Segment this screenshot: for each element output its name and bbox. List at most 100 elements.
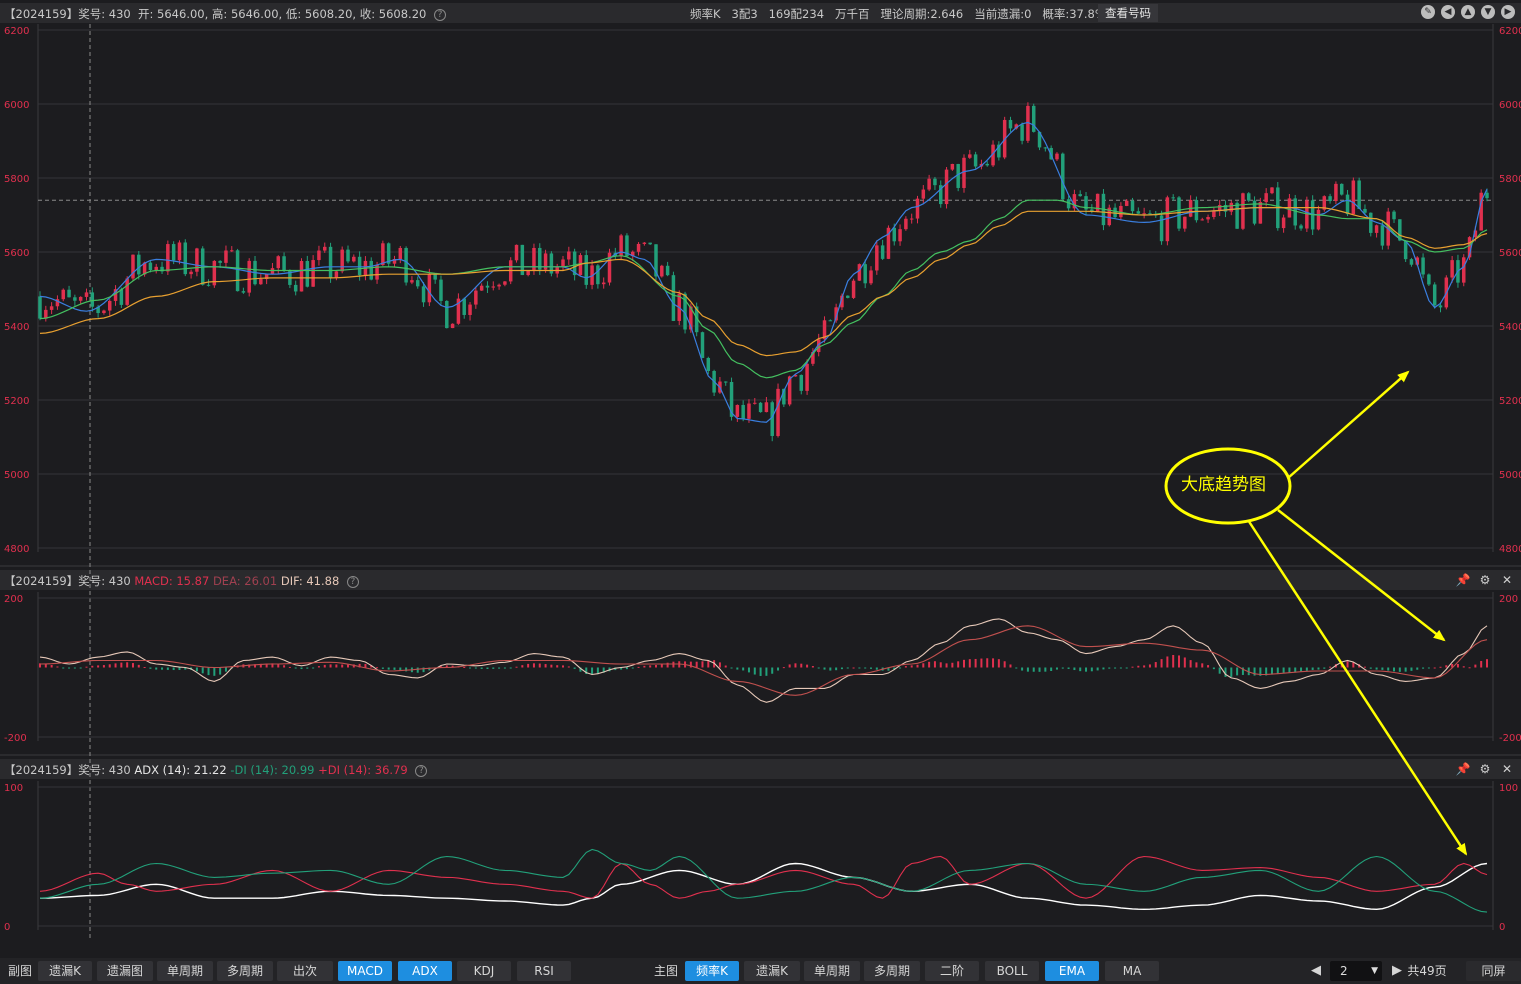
macd-histogram-bar	[1160, 659, 1163, 668]
candle-body	[561, 259, 565, 268]
macd-histogram-bar	[1148, 664, 1151, 668]
macd-histogram-bar	[1108, 667, 1111, 669]
macd-histogram-bar	[1416, 667, 1419, 670]
candle-body	[584, 255, 589, 285]
macd-histogram-bar	[1073, 667, 1076, 671]
sub-chart-tab[interactable]: 出次	[277, 961, 333, 981]
macd-histogram-bar	[864, 667, 867, 669]
macd-histogram-bar	[207, 667, 210, 676]
macd-histogram-bar	[1085, 667, 1088, 672]
macd-histogram-bar	[79, 667, 82, 669]
y-tick-label: 5000	[1499, 470, 1521, 481]
candle-body	[410, 280, 414, 283]
macd-histogram-bar	[997, 659, 1000, 668]
candle-body	[357, 256, 362, 276]
tab-frequency-k[interactable]: 频率K	[685, 961, 739, 981]
candle-body	[764, 402, 769, 413]
tab-adx[interactable]: ADX	[398, 961, 452, 981]
sub-chart-tab[interactable]: 多周期	[217, 961, 273, 981]
candle-body	[636, 243, 641, 252]
macd-histogram-bar	[933, 661, 936, 668]
macd-histogram-bar	[695, 661, 698, 668]
candle-body	[166, 244, 170, 272]
candle-body	[753, 402, 757, 404]
macd-histogram-bar	[521, 665, 524, 668]
y-tick-label: 5800	[1499, 174, 1521, 185]
macd-histogram-bar	[463, 666, 466, 668]
tab-kdj[interactable]: KDJ	[457, 961, 511, 981]
sub-chart-tab[interactable]: 单周期	[157, 961, 213, 981]
candle-body	[735, 404, 740, 417]
macd-histogram-bar	[840, 667, 843, 670]
candle-body	[514, 244, 519, 261]
macd-histogram-bar	[1288, 667, 1291, 673]
candle-body	[38, 296, 42, 319]
macd-histogram-bar	[120, 662, 123, 668]
macd-histogram-bar	[643, 665, 646, 668]
y-tick-label: 5200	[1499, 396, 1521, 407]
y-tick-label: 6200	[1499, 26, 1521, 37]
y-tick-label: 6000	[1499, 100, 1521, 111]
y-tick-label: 5800	[4, 174, 29, 185]
candle-body	[1200, 219, 1204, 221]
macd-histogram-bar	[916, 664, 919, 668]
y-tick-label: 100	[1499, 783, 1518, 794]
macd-histogram-bar	[201, 667, 204, 674]
sub-chart-tab[interactable]: 遗漏K	[38, 961, 92, 981]
macd-histogram-bar	[224, 667, 227, 672]
sub-chart-tab[interactable]: 遗漏图	[97, 961, 153, 981]
candle-body	[49, 306, 54, 310]
candle-body	[427, 273, 432, 303]
candle-body	[1392, 211, 1396, 220]
macd-histogram-bar	[1044, 667, 1047, 672]
candle-body	[863, 264, 867, 284]
macd-histogram-bar	[1282, 667, 1285, 673]
macd-histogram-bar	[852, 667, 855, 669]
macd-histogram-bar	[469, 667, 472, 669]
candle-body	[276, 256, 281, 269]
main-chart-tab[interactable]: 单周期	[804, 961, 860, 981]
prev-page-icon[interactable]: ◀	[1308, 961, 1324, 981]
y-tick-label: 0	[4, 922, 10, 933]
macd-histogram-bar	[771, 667, 774, 674]
macd-histogram-bar	[486, 667, 489, 669]
main-chart-tab[interactable]: 二阶	[925, 961, 979, 981]
macd-histogram-bar	[1137, 665, 1140, 668]
macd-histogram-bar	[544, 664, 547, 668]
next-page-icon[interactable]: ▶	[1389, 961, 1405, 981]
macd-histogram-bar	[1183, 657, 1186, 668]
candle-body	[1427, 274, 1431, 285]
candle-body	[1061, 153, 1065, 200]
main-chart-tab[interactable]: 多周期	[864, 961, 920, 981]
macd-histogram-bar	[155, 667, 158, 670]
candle-body	[1409, 259, 1414, 265]
chart-canvas[interactable]: 6200 6200 6000 6000 5800 5800 5600 5600 5400 5400…	[0, 0, 1521, 958]
macd-histogram-bar	[1201, 663, 1204, 668]
page-select[interactable]: 2 ▼	[1330, 961, 1382, 981]
macd-histogram-bar	[1143, 665, 1146, 668]
main-chart-tab[interactable]: MA	[1105, 961, 1159, 981]
macd-histogram-bar	[376, 667, 379, 669]
candle-body	[927, 178, 931, 190]
macd-histogram-bar	[1363, 666, 1366, 668]
candle-body	[479, 285, 484, 291]
candle-body	[311, 260, 315, 287]
candle-body	[1316, 209, 1321, 230]
macd-histogram-bar	[567, 666, 570, 668]
tab-macd[interactable]: MACD	[338, 961, 392, 981]
sync-screen-button[interactable]: 同屏	[1466, 961, 1521, 981]
main-chart-tab[interactable]: 遗漏K	[744, 961, 800, 981]
macd-histogram-bar	[137, 664, 140, 668]
tab-rsi[interactable]: RSI	[517, 961, 571, 981]
y-tick-label: 100	[4, 783, 23, 794]
main-chart-tab[interactable]: BOLL	[985, 961, 1039, 981]
macd-histogram-bar	[742, 667, 745, 671]
tab-ema[interactable]: EMA	[1045, 961, 1099, 981]
candle-body	[346, 249, 350, 262]
candle-body	[468, 304, 472, 315]
macd-histogram-bar	[50, 665, 53, 668]
candle-body	[880, 245, 885, 259]
macd-histogram-bar	[85, 666, 88, 668]
candle-body	[1055, 153, 1059, 160]
macd-histogram-bar	[1131, 666, 1134, 668]
